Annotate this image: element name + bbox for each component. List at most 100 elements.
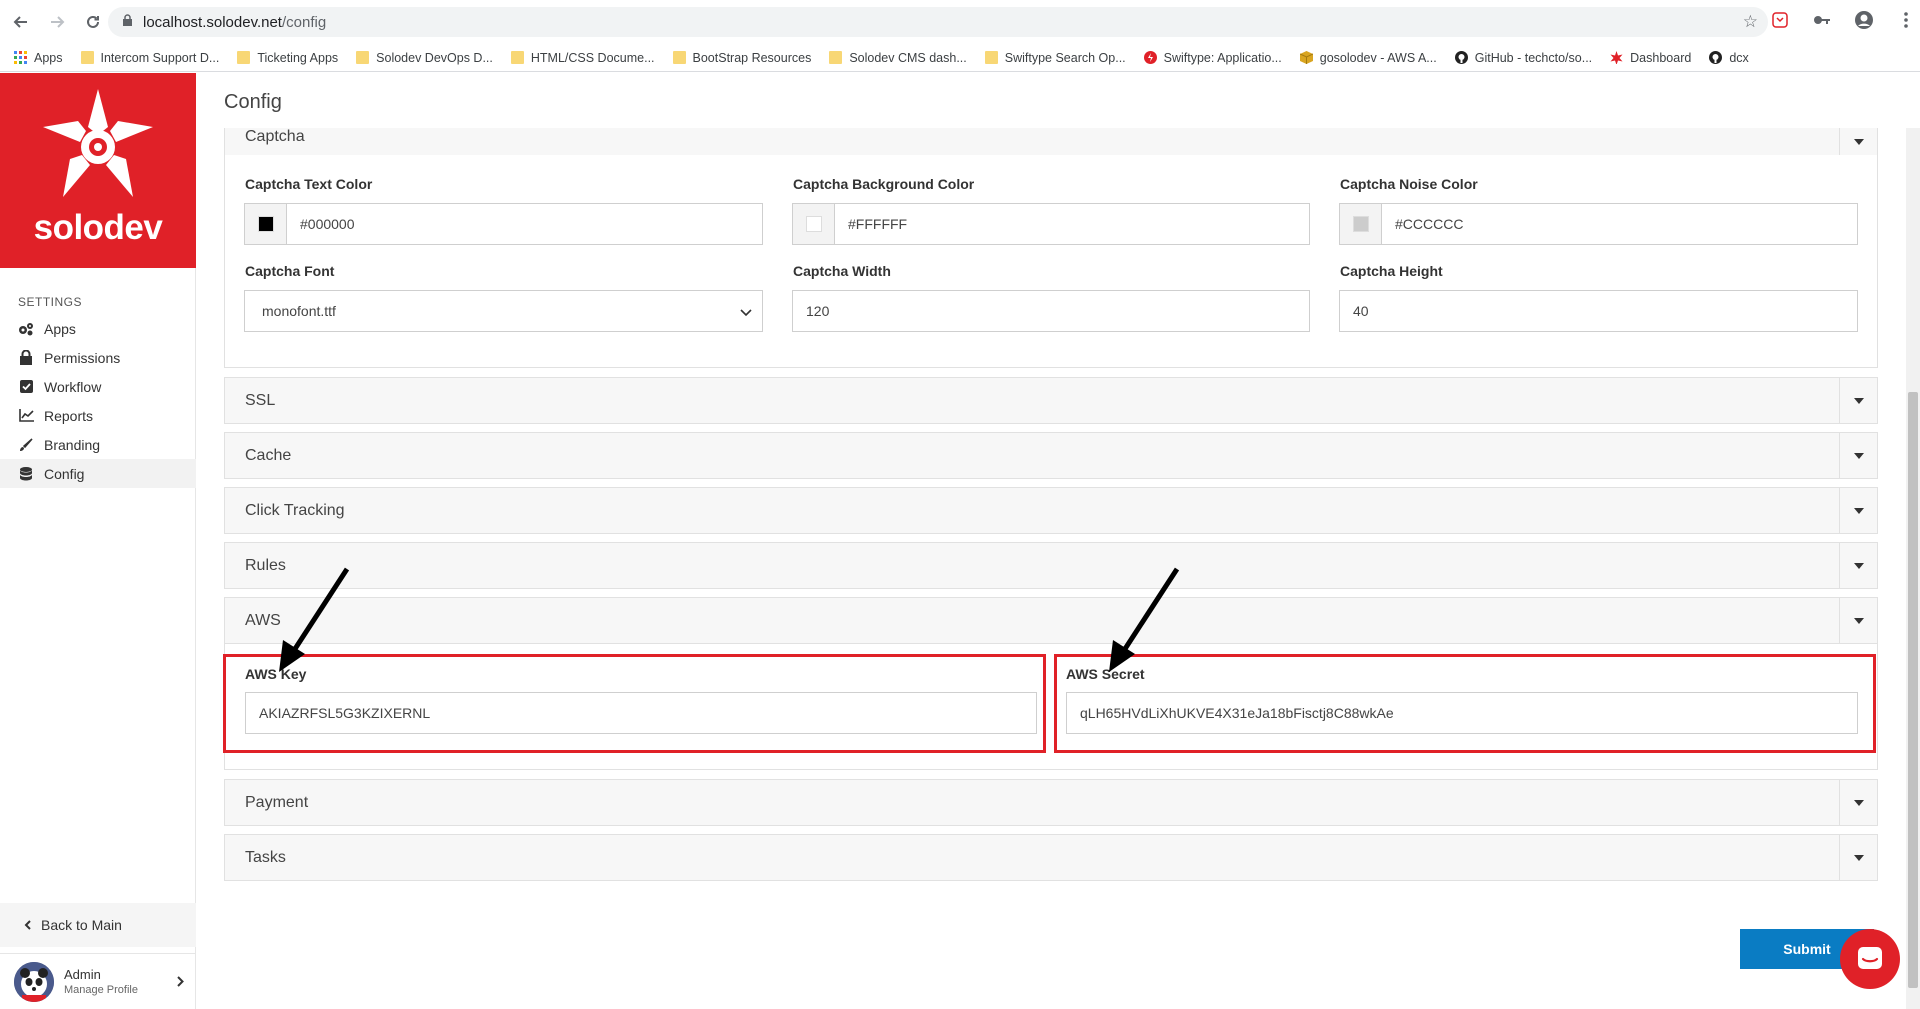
github-icon bbox=[1454, 51, 1468, 64]
bookmark-dcx[interactable]: dcx bbox=[1709, 51, 1749, 65]
bookmark-label: Intercom Support D... bbox=[100, 50, 220, 65]
captcha-bg-color-field[interactable]: #FFFFFF bbox=[792, 203, 1310, 245]
account-icon[interactable] bbox=[1854, 10, 1874, 30]
color-picker-button[interactable] bbox=[1340, 204, 1382, 244]
chat-launcher-button[interactable] bbox=[1840, 929, 1900, 989]
bookmark-solodev-devops[interactable]: Solodev DevOps D... bbox=[356, 51, 493, 65]
profile-menu[interactable]: Admin Manage Profile bbox=[0, 953, 196, 1009]
accordion-tasks[interactable]: Tasks bbox=[224, 834, 1878, 881]
address-bar[interactable]: localhost.solodev.net/config ☆ bbox=[108, 7, 1768, 37]
sidebar-item-reports[interactable]: Reports bbox=[0, 401, 196, 430]
color-picker-button[interactable] bbox=[793, 204, 835, 244]
field-value: 40 bbox=[1353, 303, 1369, 319]
accordion-label: Tasks bbox=[245, 849, 286, 866]
accordion-label: SSL bbox=[245, 392, 276, 409]
back-arrow-icon[interactable] bbox=[6, 7, 36, 37]
accordion-cache[interactable]: Cache bbox=[224, 432, 1878, 479]
captcha-text-color-label: Captcha Text Color bbox=[245, 176, 373, 192]
solodev-star-icon bbox=[43, 89, 153, 197]
swiftype-icon bbox=[1143, 51, 1157, 64]
scrollbar-thumb[interactable] bbox=[1908, 392, 1918, 988]
accordion-rules[interactable]: Rules bbox=[224, 542, 1878, 589]
annotation-arrow-icon bbox=[279, 567, 350, 672]
accordion-click-tracking[interactable]: Click Tracking bbox=[224, 487, 1878, 534]
bookmark-html-css-docs[interactable]: HTML/CSS Docume... bbox=[510, 51, 655, 65]
browser-toolbar: localhost.solodev.net/config ☆ bbox=[0, 0, 1920, 44]
back-to-main-label: Back to Main bbox=[41, 917, 122, 933]
solodev-icon bbox=[1610, 51, 1623, 64]
bookmark-gosolodev-aws[interactable]: gosolodev - AWS A... bbox=[1299, 50, 1437, 65]
reload-icon[interactable] bbox=[78, 7, 108, 37]
back-to-main-link[interactable]: Back to Main bbox=[0, 903, 196, 947]
captcha-font-select[interactable]: monofont.ttf bbox=[244, 290, 763, 332]
bookmark-label: GitHub - techcto/so... bbox=[1474, 50, 1593, 65]
captcha-noise-color-label: Captcha Noise Color bbox=[1340, 176, 1478, 192]
accordion-aws[interactable]: AWS bbox=[224, 597, 1878, 644]
field-value: #FFFFFF bbox=[848, 216, 908, 232]
accordion-label: Click Tracking bbox=[245, 502, 345, 519]
bookmark-ticketing-apps[interactable]: Ticketing Apps bbox=[237, 51, 338, 65]
accordion-captcha[interactable]: Captcha bbox=[224, 128, 1878, 155]
sidebar-item-workflow[interactable]: Workflow bbox=[0, 372, 196, 401]
caret-down-icon bbox=[1839, 433, 1877, 478]
bookmark-label: gosolodev - AWS A... bbox=[1319, 50, 1437, 65]
pocket-extension-icon[interactable] bbox=[1770, 10, 1790, 30]
caret-down-icon bbox=[1839, 128, 1877, 155]
lock-icon bbox=[122, 13, 133, 31]
captcha-height-input[interactable]: 40 bbox=[1339, 290, 1858, 332]
chevron-left-icon bbox=[24, 917, 31, 933]
bookmark-label: Apps bbox=[34, 50, 63, 65]
color-swatch bbox=[257, 216, 274, 232]
key-icon[interactable] bbox=[1812, 10, 1832, 30]
sidebar-item-config[interactable]: Config bbox=[0, 459, 196, 488]
url-path: /config bbox=[281, 13, 327, 31]
settings-section-header: SETTINGS bbox=[18, 295, 83, 309]
avatar bbox=[14, 961, 54, 1002]
chat-bubble-icon bbox=[1858, 947, 1882, 969]
field-value: #CCCCCC bbox=[1395, 216, 1464, 232]
bookmark-dashboard[interactable]: Dashboard bbox=[1610, 51, 1691, 65]
captcha-font-label: Captcha Font bbox=[245, 263, 335, 279]
aws-box-icon bbox=[1299, 51, 1313, 64]
folder-icon bbox=[356, 51, 370, 64]
captcha-height-label: Captcha Height bbox=[1340, 263, 1443, 279]
bookmark-label: Solodev CMS dash... bbox=[849, 50, 967, 65]
accordion-ssl[interactable]: SSL bbox=[224, 377, 1878, 424]
bookmark-label: Dashboard bbox=[1630, 50, 1692, 65]
sidebar-item-branding[interactable]: Branding bbox=[0, 430, 196, 459]
bookmark-github-techcto[interactable]: GitHub - techcto/so... bbox=[1454, 50, 1593, 65]
bookmark-star-icon[interactable]: ☆ bbox=[1743, 12, 1758, 32]
select-value: monofont.ttf bbox=[262, 303, 336, 319]
bookmark-solodev-cms-dash[interactable]: Solodev CMS dash... bbox=[829, 50, 967, 65]
folder-icon bbox=[672, 51, 686, 64]
bookmark-intercom-support[interactable]: Intercom Support D... bbox=[80, 50, 220, 65]
menu-dots-icon[interactable] bbox=[1896, 10, 1916, 30]
forward-arrow-icon[interactable] bbox=[42, 7, 72, 37]
captcha-noise-color-field[interactable]: #CCCCCC bbox=[1339, 203, 1858, 245]
color-picker-button[interactable] bbox=[245, 204, 287, 244]
sidebar-item-label: Config bbox=[44, 465, 85, 482]
page-title: Config bbox=[224, 91, 282, 113]
bookmark-label: Solodev DevOps D... bbox=[376, 50, 493, 65]
checkbox-icon bbox=[18, 379, 34, 395]
accordion-payment[interactable]: Payment bbox=[224, 779, 1878, 826]
line-chart-icon bbox=[18, 408, 34, 424]
sidebar-item-label: Reports bbox=[44, 407, 94, 424]
bookmark-apps[interactable]: Apps bbox=[14, 51, 63, 65]
bookmark-swiftype-search[interactable]: Swiftype Search Op... bbox=[984, 50, 1126, 65]
captcha-text-color-field[interactable]: #000000 bbox=[244, 203, 763, 245]
bookmark-swiftype-application[interactable]: Swiftype: Applicatio... bbox=[1143, 51, 1282, 65]
sidebar-item-apps[interactable]: Apps bbox=[0, 314, 196, 343]
bookmark-bootstrap-resources[interactable]: BootStrap Resources bbox=[672, 51, 811, 65]
folder-icon bbox=[984, 51, 998, 64]
paintbrush-icon bbox=[18, 437, 34, 453]
captcha-width-input[interactable]: 120 bbox=[792, 290, 1310, 332]
solodev-logo[interactable]: solodev bbox=[0, 73, 196, 268]
sidebar-item-permissions[interactable]: Permissions bbox=[0, 343, 196, 372]
gears-icon bbox=[18, 321, 34, 337]
brand-name: solodev bbox=[33, 208, 163, 247]
sidebar-item-label: Apps bbox=[44, 320, 76, 337]
folder-icon bbox=[80, 51, 94, 64]
bookmark-label: Swiftype Search Op... bbox=[1004, 50, 1126, 65]
folder-icon bbox=[829, 51, 843, 64]
